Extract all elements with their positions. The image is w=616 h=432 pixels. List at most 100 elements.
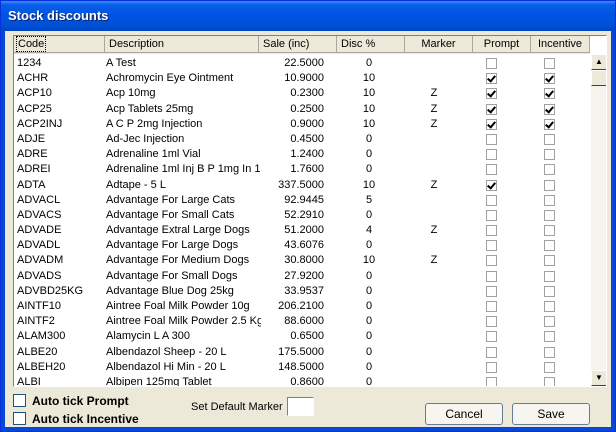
cell-marker[interactable] bbox=[402, 147, 466, 162]
incentive-checkbox[interactable] bbox=[544, 301, 555, 312]
cell-description[interactable]: Advantage For Large Cats bbox=[106, 193, 261, 208]
cell-sale[interactable]: 0.8600 bbox=[260, 375, 324, 386]
cell-marker[interactable]: Z bbox=[402, 117, 466, 132]
cell-marker[interactable]: Z bbox=[402, 178, 466, 193]
cell-code[interactable]: ADVACL bbox=[17, 193, 99, 208]
cell-disc[interactable]: 0 bbox=[334, 299, 404, 314]
prompt-checkbox[interactable] bbox=[486, 240, 497, 252]
cell-description[interactable]: Advantage For Small Cats bbox=[106, 208, 261, 223]
cell-description[interactable]: Advantage For Large Dogs bbox=[106, 238, 261, 253]
cell-description[interactable]: Acp Tablets 25mg bbox=[106, 102, 261, 117]
cell-sale[interactable]: 1.7600 bbox=[260, 162, 324, 177]
incentive-checkbox[interactable] bbox=[544, 270, 555, 282]
cell-code[interactable]: ALBE20 bbox=[17, 345, 99, 360]
cell-disc[interactable]: 10 bbox=[334, 117, 404, 132]
incentive-checkbox[interactable] bbox=[544, 331, 555, 343]
cell-description[interactable]: Acp 10mg bbox=[106, 86, 261, 101]
cell-disc[interactable]: 0 bbox=[334, 56, 404, 71]
incentive-checkbox[interactable] bbox=[544, 346, 555, 358]
cancel-button[interactable]: Cancel bbox=[425, 403, 503, 425]
prompt-checkbox[interactable] bbox=[486, 194, 497, 206]
cell-sale[interactable]: 337.5000 bbox=[260, 178, 324, 193]
cell-marker[interactable] bbox=[402, 71, 466, 86]
cell-sale[interactable]: 30.8000 bbox=[260, 253, 324, 268]
auto-tick-prompt-box[interactable] bbox=[13, 394, 26, 407]
cell-code[interactable]: ADVADS bbox=[17, 269, 99, 284]
cell-sale[interactable]: 0.2300 bbox=[260, 86, 324, 101]
prompt-checkbox[interactable] bbox=[486, 331, 497, 343]
incentive-checkbox[interactable] bbox=[544, 88, 555, 100]
prompt-checkbox[interactable] bbox=[486, 164, 497, 176]
cell-description[interactable]: Advantage Blue Dog 25kg bbox=[106, 284, 261, 299]
table-row[interactable]: AINTF10 Aintree Foal Milk Powder 10g 206.2… bbox=[14, 299, 590, 314]
incentive-checkbox[interactable] bbox=[544, 149, 555, 161]
cell-disc[interactable]: 10 bbox=[334, 102, 404, 117]
table-row[interactable]: ALBEH20 Albendazol Hi Min - 20 L 148.5000 0 bbox=[14, 360, 590, 375]
incentive-checkbox[interactable] bbox=[544, 73, 555, 85]
cell-disc[interactable]: 0 bbox=[334, 208, 404, 223]
cell-marker[interactable] bbox=[402, 193, 466, 208]
vertical-scrollbar[interactable]: ▲ ▼ bbox=[591, 54, 606, 386]
cell-disc[interactable]: 0 bbox=[334, 132, 404, 147]
incentive-checkbox[interactable] bbox=[544, 209, 555, 221]
cell-marker[interactable] bbox=[402, 132, 466, 147]
column-header-marker[interactable]: Marker bbox=[405, 36, 473, 53]
cell-description[interactable]: Adrenaline 1ml Inj B P 1mg In 1 bbox=[106, 162, 261, 177]
cell-sale[interactable]: 43.6076 bbox=[260, 238, 324, 253]
cell-description[interactable]: Advantage Extral Large Dogs bbox=[106, 223, 261, 238]
cell-sale[interactable]: 22.5000 bbox=[260, 56, 324, 71]
cell-code[interactable]: ADVBD25KG bbox=[17, 284, 99, 299]
cell-code[interactable]: ADRE bbox=[17, 147, 99, 162]
cell-description[interactable]: A Test bbox=[106, 56, 261, 71]
incentive-checkbox[interactable] bbox=[544, 58, 555, 69]
cell-description[interactable]: Alamycin L A 300 bbox=[106, 329, 261, 344]
column-header-incentive[interactable]: Incentive bbox=[531, 36, 590, 53]
table-row[interactable]: ACP25 Acp Tablets 25mg 0.2500 10 Z bbox=[14, 102, 590, 117]
table-row[interactable]: ACP10 Acp 10mg 0.2300 10 Z bbox=[14, 86, 590, 101]
cell-description[interactable]: Adrenaline 1ml Vial bbox=[106, 147, 261, 162]
cell-sale[interactable]: 175.5000 bbox=[260, 345, 324, 360]
prompt-checkbox[interactable] bbox=[486, 301, 497, 312]
cell-disc[interactable]: 0 bbox=[334, 284, 404, 299]
prompt-checkbox[interactable] bbox=[486, 103, 497, 115]
auto-tick-incentive-checkbox[interactable]: Auto tick Incentive bbox=[13, 411, 139, 427]
cell-disc[interactable]: 10 bbox=[334, 71, 404, 86]
cell-marker[interactable] bbox=[402, 238, 466, 253]
cell-code[interactable]: 1234 bbox=[17, 56, 99, 71]
incentive-checkbox[interactable] bbox=[544, 164, 555, 176]
cell-description[interactable]: Aintree Foal Milk Powder 10g bbox=[106, 299, 261, 314]
cell-sale[interactable]: 51.2000 bbox=[260, 223, 324, 238]
cell-sale[interactable]: 206.2100 bbox=[260, 299, 324, 314]
cell-sale[interactable]: 10.9000 bbox=[260, 71, 324, 86]
prompt-checkbox[interactable] bbox=[486, 225, 497, 237]
default-marker-input[interactable] bbox=[287, 397, 314, 416]
table-row[interactable]: ADVBD25KG Advantage Blue Dog 25kg 33.9537 0 bbox=[14, 284, 590, 299]
cell-disc[interactable]: 0 bbox=[334, 345, 404, 360]
cell-disc[interactable]: 0 bbox=[334, 360, 404, 375]
incentive-checkbox[interactable] bbox=[544, 316, 555, 328]
cell-code[interactable]: ALAM300 bbox=[17, 329, 99, 344]
cell-code[interactable]: AINTF2 bbox=[17, 314, 99, 329]
cell-marker[interactable]: Z bbox=[402, 102, 466, 117]
cell-disc[interactable]: 0 bbox=[334, 162, 404, 177]
cell-disc[interactable]: 0 bbox=[334, 375, 404, 386]
cell-description[interactable]: A C P 2mg Injection bbox=[106, 117, 261, 132]
table-row[interactable]: ADVADE Advantage Extral Large Dogs 51.2000… bbox=[14, 223, 590, 238]
cell-marker[interactable] bbox=[402, 56, 466, 71]
cell-sale[interactable]: 0.4500 bbox=[260, 132, 324, 147]
table-row[interactable]: ADVACS Advantage For Small Cats 52.2910 0 bbox=[14, 208, 590, 223]
incentive-checkbox[interactable] bbox=[544, 255, 555, 267]
cell-description[interactable]: Albendazol Sheep - 20 L bbox=[106, 345, 261, 360]
incentive-checkbox[interactable] bbox=[544, 376, 555, 386]
incentive-checkbox[interactable] bbox=[544, 179, 555, 191]
prompt-checkbox[interactable] bbox=[486, 376, 497, 386]
column-header-sale[interactable]: Sale (inc) bbox=[259, 36, 337, 53]
incentive-checkbox[interactable] bbox=[544, 194, 555, 206]
table-row[interactable]: AINTF2 Aintree Foal Milk Powder 2.5 Kg 88.… bbox=[14, 314, 590, 329]
table-row[interactable]: ADVACL Advantage For Large Cats 92.9445 5 bbox=[14, 193, 590, 208]
cell-code[interactable]: AINTF10 bbox=[17, 299, 99, 314]
prompt-checkbox[interactable] bbox=[486, 133, 497, 145]
cell-code[interactable]: ADVADM bbox=[17, 253, 99, 268]
prompt-checkbox[interactable] bbox=[486, 346, 497, 358]
cell-marker[interactable] bbox=[402, 329, 466, 344]
